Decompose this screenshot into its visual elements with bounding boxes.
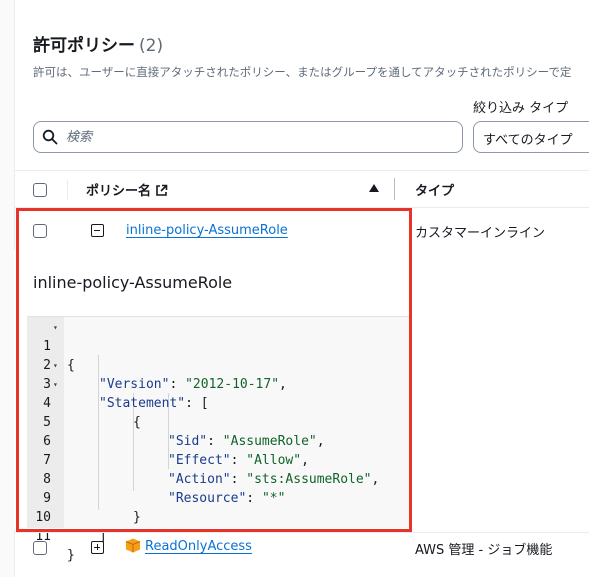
- column-resizer[interactable]: [394, 178, 395, 200]
- expand-row-icon[interactable]: [91, 541, 104, 554]
- section-title-text: 許可ポリシー: [33, 36, 135, 56]
- section-description: 許可は、ユーザーに直接アタッチされたポリシー、またはグループを通してアタッチされ…: [33, 65, 572, 79]
- highlight-annotation-box: [16, 208, 412, 532]
- section-title: 許可ポリシー (2): [33, 31, 163, 56]
- column-header-policy-name[interactable]: ポリシー名: [86, 180, 168, 199]
- policy-link-readonlyaccess[interactable]: ReadOnlyAccess: [145, 539, 252, 554]
- sort-ascending-icon[interactable]: [369, 184, 379, 192]
- search-input[interactable]: [66, 127, 446, 147]
- external-link-icon: [156, 184, 168, 196]
- filter-type-label: 絞り込み タイプ: [473, 101, 569, 116]
- code-text: }: [67, 548, 75, 563]
- policy-type-cell: カスタマーインライン: [415, 226, 546, 241]
- row-divider: [14, 532, 589, 533]
- column-header-policy-name-label: ポリシー名: [86, 184, 152, 199]
- aws-managed-policy-icon: [125, 538, 141, 553]
- column-header-type[interactable]: タイプ: [415, 180, 454, 199]
- select-all-checkbox[interactable]: [33, 183, 47, 197]
- row-checkbox[interactable]: [33, 541, 47, 555]
- policy-type-cell: AWS 管理 - ジョブ機能: [415, 543, 553, 558]
- search-icon: [42, 129, 58, 145]
- search-box[interactable]: [33, 121, 463, 153]
- column-divider: [67, 180, 68, 200]
- header-top-divider: [14, 170, 589, 171]
- type-filter-select[interactable]: すべてのタイプ: [473, 121, 589, 153]
- policy-count: (2): [139, 36, 164, 56]
